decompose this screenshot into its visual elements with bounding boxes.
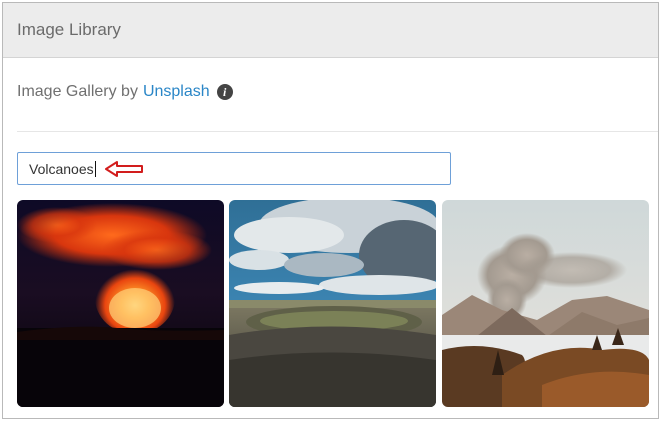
search-input[interactable]: Volcanoes — [17, 152, 451, 185]
image-result-crater[interactable] — [229, 200, 436, 407]
unsplash-link[interactable]: Unsplash — [143, 83, 210, 101]
info-icon[interactable]: i — [216, 84, 233, 100]
text-caret — [94, 161, 96, 177]
image-result-smoking-volcano[interactable] — [442, 200, 649, 407]
gallery-attribution-label: Image Gallery by — [17, 83, 138, 100]
image-result-lava-eruption[interactable] — [17, 200, 224, 407]
red-arrow-icon — [105, 161, 143, 177]
panel-header: Image Library — [3, 3, 658, 58]
divider — [17, 131, 658, 132]
image-library-panel: Image Library Image Gallery by Unsplash … — [2, 2, 659, 419]
search-input-value: Volcanoes — [29, 161, 94, 177]
search-input-value-wrap: Volcanoes — [29, 161, 96, 177]
gallery-attribution: Image Gallery by Unsplash i — [17, 83, 233, 101]
image-results-grid — [17, 200, 649, 407]
panel-title: Image Library — [17, 20, 121, 39]
